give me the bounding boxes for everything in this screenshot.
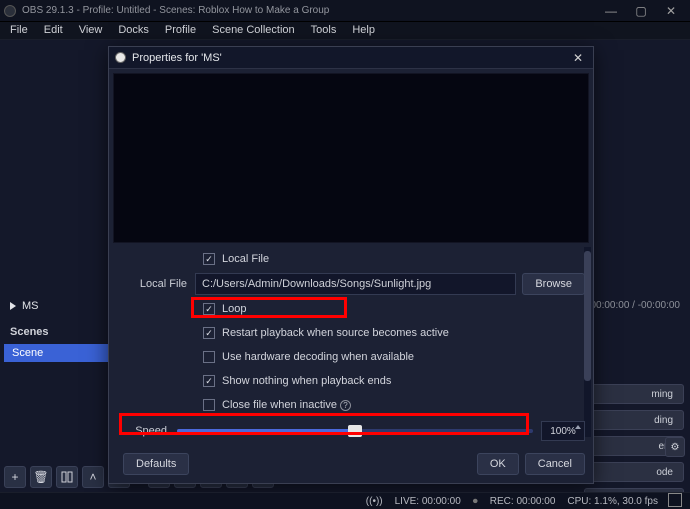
menu-file[interactable]: File <box>2 22 36 39</box>
dialog-button-bar: Defaults OK Cancel <box>117 453 585 475</box>
slider-thumb[interactable] <box>348 425 362 437</box>
scene-item-selected[interactable]: Scene <box>4 344 112 362</box>
speed-label: Speed <box>117 425 175 437</box>
left-column: MS Scenes Scene <box>4 296 112 362</box>
closeinactive-checkbox[interactable] <box>203 399 215 411</box>
menu-docks[interactable]: Docks <box>110 22 157 39</box>
browse-button[interactable]: Browse <box>522 273 585 295</box>
right-button-2[interactable]: era⚙ <box>584 436 684 456</box>
local-file-path-input[interactable] <box>195 273 516 295</box>
speed-slider[interactable] <box>177 429 533 433</box>
restart-checkbox[interactable] <box>203 327 215 339</box>
dialog-close-button[interactable]: ✕ <box>569 51 587 65</box>
minimize-button[interactable]: — <box>596 4 626 18</box>
menu-bar: File Edit View Docks Profile Scene Colle… <box>0 22 690 40</box>
right-button-1[interactable]: ding <box>584 410 684 430</box>
obs-logo-icon <box>115 52 126 63</box>
window-title: OBS 29.1.3 - Profile: Untitled - Scenes:… <box>22 5 596 16</box>
right-button-3[interactable]: ode <box>584 462 684 482</box>
dock-icon[interactable] <box>670 495 682 507</box>
play-icon <box>10 302 16 310</box>
playback-time: 00:00:00 / -00:00:00 <box>590 300 680 311</box>
speed-value-spinner[interactable]: 100% <box>541 421 585 441</box>
properties-form: Local File Local File Browse Loop Restar… <box>109 247 593 441</box>
scene-up-button[interactable]: ˄ <box>82 466 104 488</box>
hwdecode-label: Use hardware decoding when available <box>222 351 414 363</box>
help-icon[interactable]: ? <box>340 400 351 411</box>
maximize-button[interactable]: ▢ <box>626 4 656 18</box>
scenes-panel-label: Scenes <box>4 322 112 342</box>
ok-button[interactable]: OK <box>477 453 519 475</box>
status-bar: ((•)) LIVE: 00:00:00 ⏺ REC: 00:00:00 CPU… <box>0 492 690 509</box>
menu-view[interactable]: View <box>71 22 111 39</box>
remove-scene-button[interactable]: 🗑 <box>30 466 52 488</box>
network-icon: ((•)) <box>366 496 383 507</box>
local-file-label: Local File <box>117 278 195 290</box>
title-bar: OBS 29.1.3 - Profile: Untitled - Scenes:… <box>0 0 690 22</box>
loop-label: Loop <box>222 303 246 315</box>
defaults-button[interactable]: Defaults <box>123 453 189 475</box>
columns-icon <box>61 471 73 483</box>
menu-scene-collection[interactable]: Scene Collection <box>204 22 303 39</box>
live-status: LIVE: 00:00:00 <box>395 496 461 507</box>
workspace: MS Scenes Scene 00:00:00 / -00:00:00 min… <box>0 40 690 492</box>
cancel-button[interactable]: Cancel <box>525 453 585 475</box>
menu-tools[interactable]: Tools <box>303 22 345 39</box>
properties-dialog: Properties for 'MS' ✕ Local File Local F… <box>108 46 594 484</box>
cpu-status: CPU: 1.1%, 30.0 fps <box>567 496 658 507</box>
source-row[interactable]: MS <box>4 296 112 316</box>
rec-indicator-icon: ⏺ <box>473 496 478 507</box>
local-file-checkbox-label: Local File <box>222 253 269 265</box>
close-button[interactable]: ✕ <box>656 4 686 18</box>
dialog-title: Properties for 'MS' <box>132 52 569 64</box>
scene-filter-button[interactable] <box>56 466 78 488</box>
loop-checkbox[interactable] <box>203 303 215 315</box>
source-name: MS <box>22 300 39 312</box>
add-scene-button[interactable]: + <box>4 466 26 488</box>
closeinactive-label: Close file when inactive <box>222 399 337 411</box>
restart-label: Restart playback when source becomes act… <box>222 327 449 339</box>
right-controls: ming ding era⚙ ode Settings Exit <box>584 384 684 509</box>
slider-fill <box>177 429 355 433</box>
shownothing-checkbox[interactable] <box>203 375 215 387</box>
gear-icon[interactable]: ⚙ <box>665 437 685 457</box>
hwdecode-checkbox[interactable] <box>203 351 215 363</box>
source-preview <box>113 73 589 243</box>
menu-help[interactable]: Help <box>344 22 383 39</box>
shownothing-label: Show nothing when playback ends <box>222 375 391 387</box>
rec-status: REC: 00:00:00 <box>490 496 556 507</box>
right-button-0[interactable]: ming <box>584 384 684 404</box>
obs-logo-icon <box>4 5 16 17</box>
dialog-titlebar: Properties for 'MS' ✕ <box>109 47 593 69</box>
menu-profile[interactable]: Profile <box>157 22 204 39</box>
local-file-checkbox[interactable] <box>203 253 215 265</box>
menu-edit[interactable]: Edit <box>36 22 71 39</box>
